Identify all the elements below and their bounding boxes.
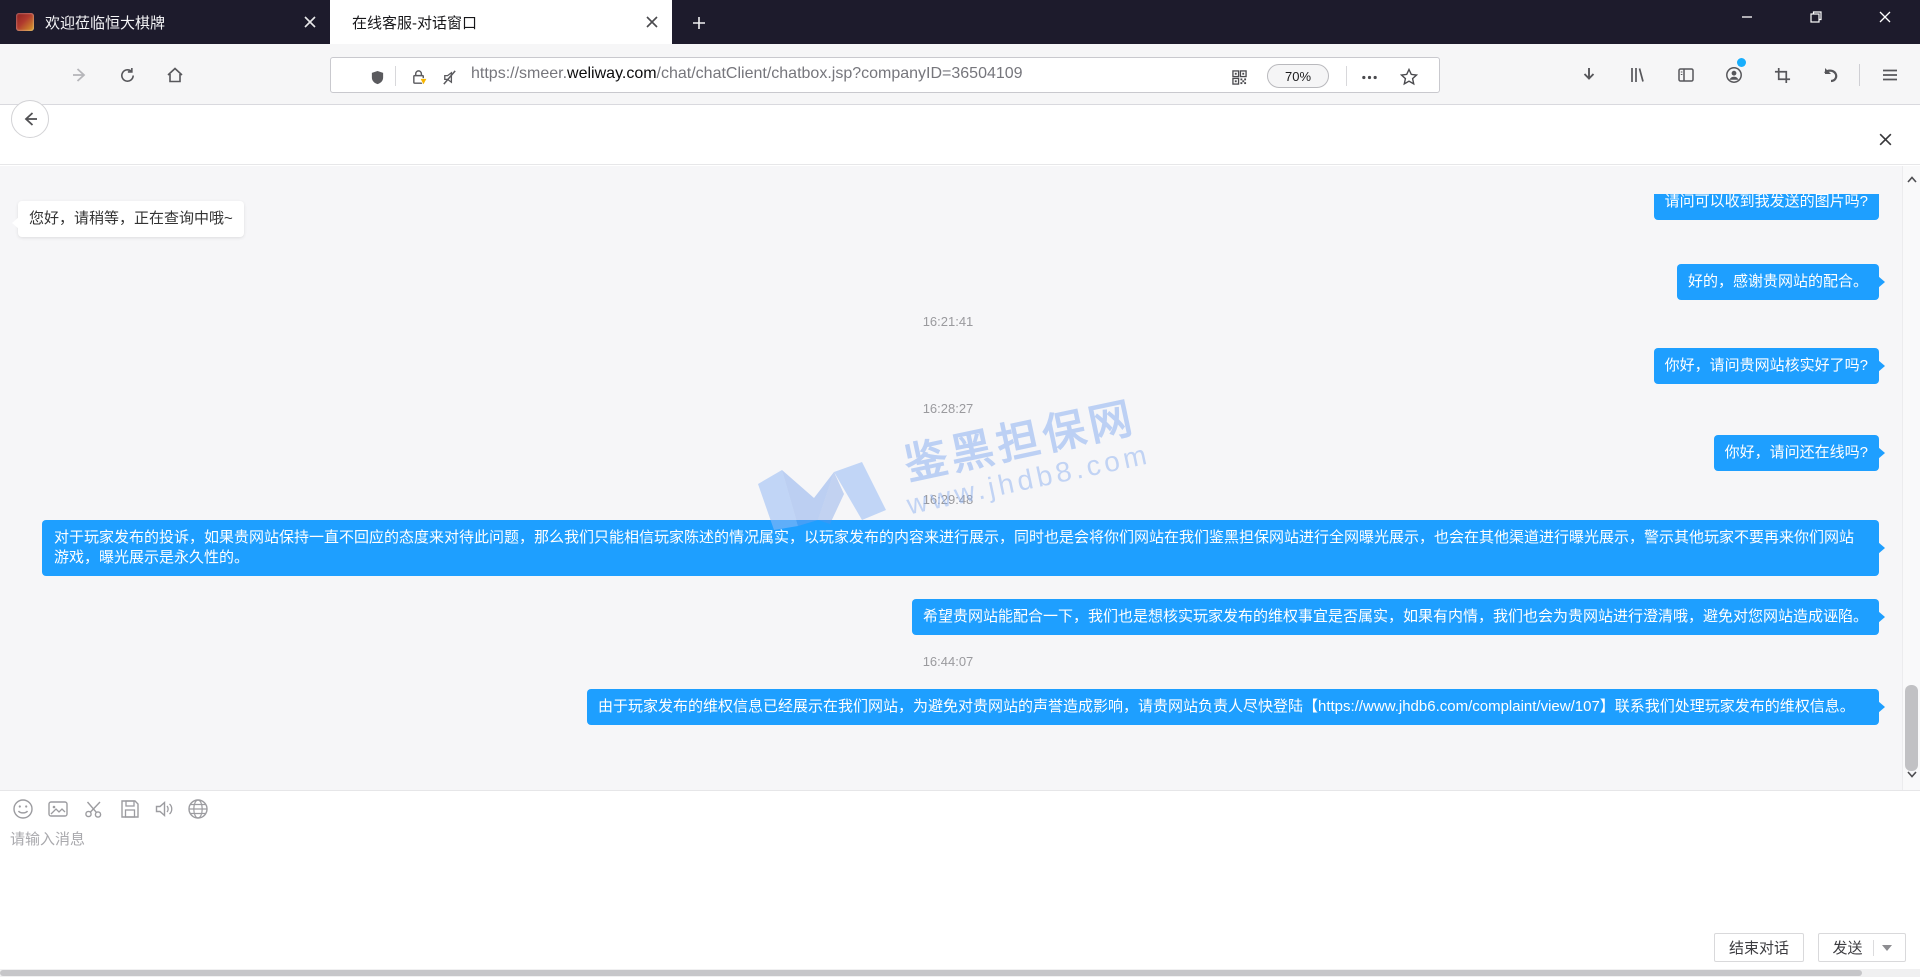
scissors-screenshot-icon[interactable] — [83, 798, 105, 820]
url-text[interactable]: https://smeer.weliway.com/chat/chatClien… — [471, 65, 1221, 83]
scroll-down-icon[interactable] — [1906, 768, 1918, 780]
window-minimize-icon[interactable] — [1724, 0, 1770, 34]
forward-icon[interactable] — [66, 61, 94, 89]
url-path: /chat/chatClient/chatbox.jsp?companyID=3… — [657, 65, 1023, 82]
scroll-up-icon[interactable] — [1906, 174, 1918, 186]
menu-hamburger-icon[interactable] — [1876, 61, 1904, 89]
chat-message-outgoing: 对于玩家发布的投诉，如果贵网站保持一直不回应的态度来对待此问题，那么我们只能相信… — [42, 520, 1879, 576]
sound-icon[interactable] — [153, 798, 175, 820]
chat-input-area[interactable]: 请输入消息 结束对话 发送 — [0, 790, 1920, 970]
screenshot-crop-icon[interactable] — [1768, 61, 1796, 89]
blocked-permission-icon[interactable] — [439, 67, 459, 87]
page-actions-icon[interactable] — [1359, 67, 1379, 87]
divider — [1873, 940, 1874, 956]
undo-restore-icon[interactable] — [1816, 61, 1844, 89]
divider — [1859, 64, 1860, 86]
insecure-lock-warning-icon[interactable] — [409, 67, 429, 87]
chat-message-outgoing-clipped: 请问可以收到我发送的图片吗? — [1654, 194, 1879, 220]
divider — [395, 66, 396, 86]
chat-message-area[interactable]: 请问可以收到我发送的图片吗? 您好，请稍等，正在查询中哦~ 好的，感谢贵网站的配… — [0, 166, 1920, 790]
chat-scrollbar[interactable] — [1902, 166, 1920, 790]
scrollbar-thumb[interactable] — [1905, 685, 1918, 771]
chat-page-header — [0, 105, 1920, 165]
tab-chat-window[interactable]: 在线客服-对话窗口 — [330, 0, 672, 44]
reload-icon[interactable] — [113, 61, 141, 89]
emoji-icon[interactable] — [12, 798, 34, 820]
qr-code-icon[interactable] — [1229, 67, 1249, 87]
browser-tab-bar: 欢迎莅临恒大棋牌 在线客服-对话窗口 — [0, 0, 1920, 44]
site-favicon — [16, 13, 34, 31]
tab-close-icon[interactable] — [638, 8, 666, 36]
downloads-icon[interactable] — [1575, 61, 1603, 89]
chat-message-outgoing: 希望贵网站能配合一下，我们也是想核实玩家发布的维权事宜是否属实，如果有内情，我们… — [912, 599, 1879, 635]
new-tab-icon[interactable] — [684, 8, 714, 38]
divider — [1346, 66, 1347, 86]
image-icon[interactable] — [47, 798, 69, 820]
home-icon[interactable] — [161, 61, 189, 89]
back-icon[interactable] — [11, 100, 49, 138]
bookmark-star-icon[interactable] — [1399, 67, 1419, 87]
language-globe-icon[interactable] — [187, 798, 209, 820]
message-input-placeholder[interactable]: 请输入消息 — [10, 828, 85, 849]
browser-toolbar: https://smeer.weliway.com/chat/chatClien… — [0, 44, 1920, 105]
send-button[interactable]: 发送 — [1818, 933, 1906, 962]
sidebar-toggle-icon[interactable] — [1672, 61, 1700, 89]
tab-title: 欢迎莅临恒大棋牌 — [45, 12, 296, 33]
zoom-level-badge[interactable]: 70% — [1267, 64, 1329, 88]
chat-timestamp: 16:44:07 — [0, 654, 1896, 669]
watermark-url: www.jhdb8.com — [904, 438, 1153, 521]
tab-close-icon[interactable] — [296, 8, 324, 36]
notification-dot — [1737, 58, 1746, 67]
end-chat-button[interactable]: 结束对话 — [1714, 933, 1804, 962]
window-close-icon[interactable] — [1862, 0, 1908, 34]
horizontal-scrollbar[interactable] — [0, 969, 1920, 977]
chat-message-outgoing: 由于玩家发布的维权信息已经展示在我们网站，为避免对贵网站的声誉造成影响，请贵网站… — [587, 689, 1879, 725]
chat-close-icon[interactable] — [1872, 126, 1898, 152]
library-icon[interactable] — [1623, 61, 1651, 89]
chat-timestamp: 16:28:27 — [0, 401, 1896, 416]
url-domain: weliway.com — [567, 65, 657, 82]
account-icon[interactable] — [1720, 61, 1748, 89]
chat-message-incoming: 您好，请稍等，正在查询中哦~ — [18, 201, 244, 237]
horizontal-scrollbar-thumb[interactable] — [0, 970, 1862, 976]
send-label: 发送 — [1832, 937, 1862, 958]
send-options-caret-icon[interactable] — [1882, 945, 1892, 951]
tab-welcome[interactable]: 欢迎莅临恒大棋牌 — [0, 0, 330, 44]
address-bar[interactable]: https://smeer.weliway.com/chat/chatClien… — [330, 57, 1440, 93]
chat-message-outgoing: 你好，请问贵网站核实好了吗? — [1654, 348, 1879, 384]
chat-message-outgoing: 好的，感谢贵网站的配合。 — [1677, 264, 1879, 300]
save-chat-icon[interactable] — [119, 798, 141, 820]
chat-timestamp: 16:29:48 — [0, 492, 1896, 507]
tab-title: 在线客服-对话窗口 — [352, 12, 638, 33]
chat-message-outgoing: 你好，请问还在线吗? — [1714, 435, 1879, 471]
chat-timestamp: 16:21:41 — [0, 314, 1896, 329]
window-restore-icon[interactable] — [1793, 0, 1839, 34]
tracking-protection-shield-icon[interactable] — [367, 67, 387, 87]
url-prefix: https://smeer. — [471, 65, 567, 82]
watermark-text: 鉴黑担保网 — [898, 383, 1141, 493]
